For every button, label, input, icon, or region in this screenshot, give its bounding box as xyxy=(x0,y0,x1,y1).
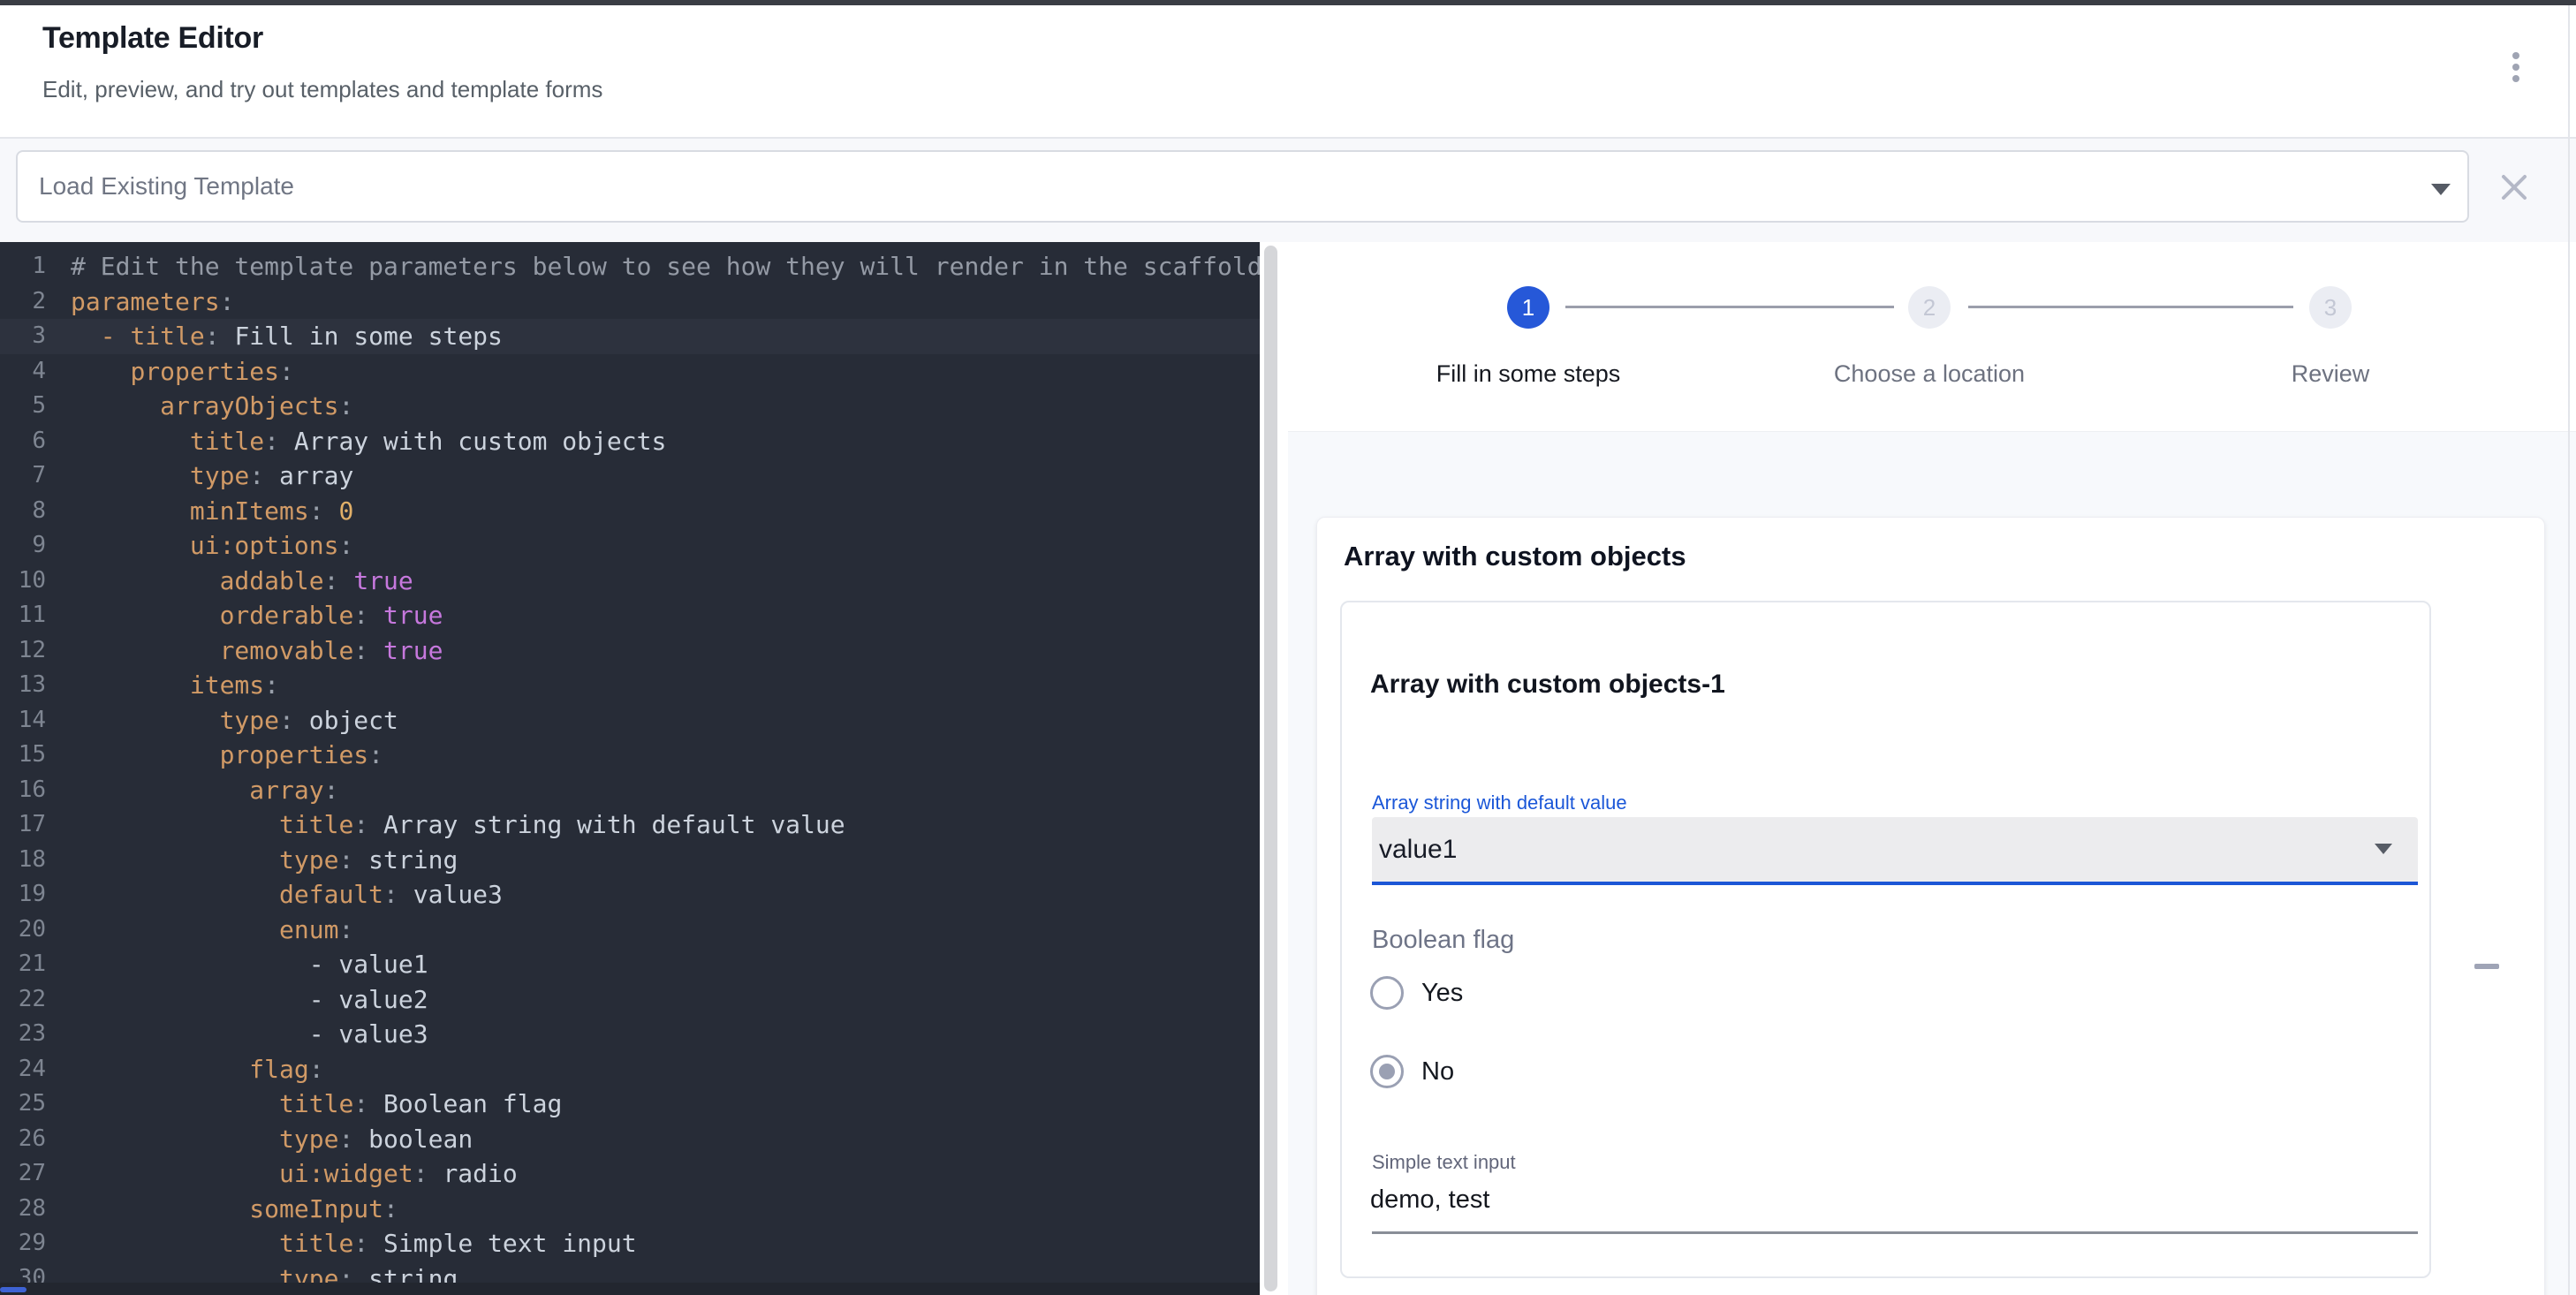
code-line: 1# Edit the template parameters below to… xyxy=(0,249,1260,284)
clear-template-button[interactable] xyxy=(2495,168,2534,207)
editor-vertical-scroll-thumb[interactable] xyxy=(1264,246,1277,1291)
form-section-title: Array with custom objects xyxy=(1344,541,1686,572)
step-label-choose-a-location: Choose a location xyxy=(1726,360,2133,388)
code-line: 15 properties: xyxy=(0,738,1260,773)
code-line: 20 enum: xyxy=(0,913,1260,948)
window-top-strip xyxy=(0,0,2576,5)
code-line: 21 - value1 xyxy=(0,947,1260,982)
yaml-code-editor[interactable]: 1# Edit the template parameters below to… xyxy=(0,242,1260,1295)
code-line: 3 - title: Fill in some steps xyxy=(0,319,1260,354)
code-line: 4 properties: xyxy=(0,354,1260,390)
boolean-flag-label: Boolean flag xyxy=(1372,926,1514,955)
code-line: 9 ui:options: xyxy=(0,528,1260,564)
simple-text-input-underline xyxy=(1372,1231,2418,1234)
chevron-down-icon xyxy=(2431,184,2451,195)
radio-yes-label[interactable]: Yes xyxy=(1421,979,1463,1008)
code-line: 7 type: array xyxy=(0,458,1260,494)
template-loader-row: Load Existing Template xyxy=(0,139,2576,242)
code-line: 5 arrayObjects: xyxy=(0,389,1260,424)
remove-array-item-button[interactable] xyxy=(2466,945,2508,988)
array-string-select-value: value1 xyxy=(1379,835,1457,865)
stepper-connector-1 xyxy=(1565,306,1894,308)
code-line: 11 orderable: true xyxy=(0,598,1260,633)
step-circle-2: 2 xyxy=(1908,286,1951,329)
editor-horizontal-scroll-thumb[interactable] xyxy=(0,1287,27,1292)
code-line: 18 type: string xyxy=(0,843,1260,878)
page-title: Template Editor xyxy=(42,21,263,56)
editor-horizontal-scrollbar[interactable] xyxy=(0,1283,1260,1295)
stepper-connector-2 xyxy=(1968,306,2293,308)
code-line: 24 flag: xyxy=(0,1052,1260,1087)
step-label-review: Review xyxy=(2127,360,2534,388)
array-string-select-label: Array string with default value xyxy=(1372,791,1627,814)
code-line: 8 minItems: 0 xyxy=(0,494,1260,529)
code-line: 12 removable: true xyxy=(0,633,1260,669)
radio-yes[interactable] xyxy=(1370,976,1404,1010)
step-label-fill-in-some-steps: Fill in some steps xyxy=(1325,360,1731,388)
load-existing-template-select[interactable]: Load Existing Template xyxy=(16,150,2469,223)
close-icon xyxy=(2495,168,2534,207)
code-line: 28 someInput: xyxy=(0,1192,1260,1227)
code-line: 29 title: Simple text input xyxy=(0,1226,1260,1261)
code-line: 2parameters: xyxy=(0,284,1260,320)
step-circle-1: 1 xyxy=(1507,286,1549,329)
simple-text-input-label: Simple text input xyxy=(1372,1151,1516,1174)
code-line: 16 array: xyxy=(0,773,1260,808)
page-subtitle: Edit, preview, and try out templates and… xyxy=(42,76,602,103)
code-line: 23 - value3 xyxy=(0,1017,1260,1052)
code-line: 10 addable: true xyxy=(0,564,1260,599)
window-scrollbar-track[interactable] xyxy=(2568,5,2570,1295)
code-line: 19 default: value3 xyxy=(0,877,1260,913)
code-line: 26 type: boolean xyxy=(0,1122,1260,1157)
radio-no-label[interactable]: No xyxy=(1421,1057,1454,1087)
array-item-title: Array with custom objects-1 xyxy=(1370,670,1725,700)
select-focus-underline xyxy=(1372,882,2418,885)
code-line: 13 items: xyxy=(0,668,1260,703)
simple-text-input[interactable]: demo, test xyxy=(1370,1185,1489,1215)
minus-icon xyxy=(2474,964,2499,969)
code-line: 22 - value2 xyxy=(0,982,1260,1018)
radio-no[interactable] xyxy=(1370,1055,1404,1088)
radio-selected-dot xyxy=(1379,1064,1395,1079)
load-existing-template-placeholder: Load Existing Template xyxy=(39,172,294,201)
step-circle-3: 3 xyxy=(2309,286,2352,329)
select-caret-icon xyxy=(2375,844,2392,854)
code-line: 25 title: Boolean flag xyxy=(0,1087,1260,1122)
code-line: 6 title: Array with custom objects xyxy=(0,424,1260,459)
kebab-menu-icon[interactable] xyxy=(2496,39,2535,95)
template-editor-screen: Template Editor Edit, preview, and try o… xyxy=(0,0,2576,1295)
code-line: 27 ui:widget: radio xyxy=(0,1156,1260,1192)
code-line: 17 title: Array string with default valu… xyxy=(0,807,1260,843)
array-string-select[interactable]: value1 xyxy=(1372,817,2418,882)
code-line: 14 type: object xyxy=(0,703,1260,738)
code-lines: 1# Edit the template parameters below to… xyxy=(0,249,1260,1295)
